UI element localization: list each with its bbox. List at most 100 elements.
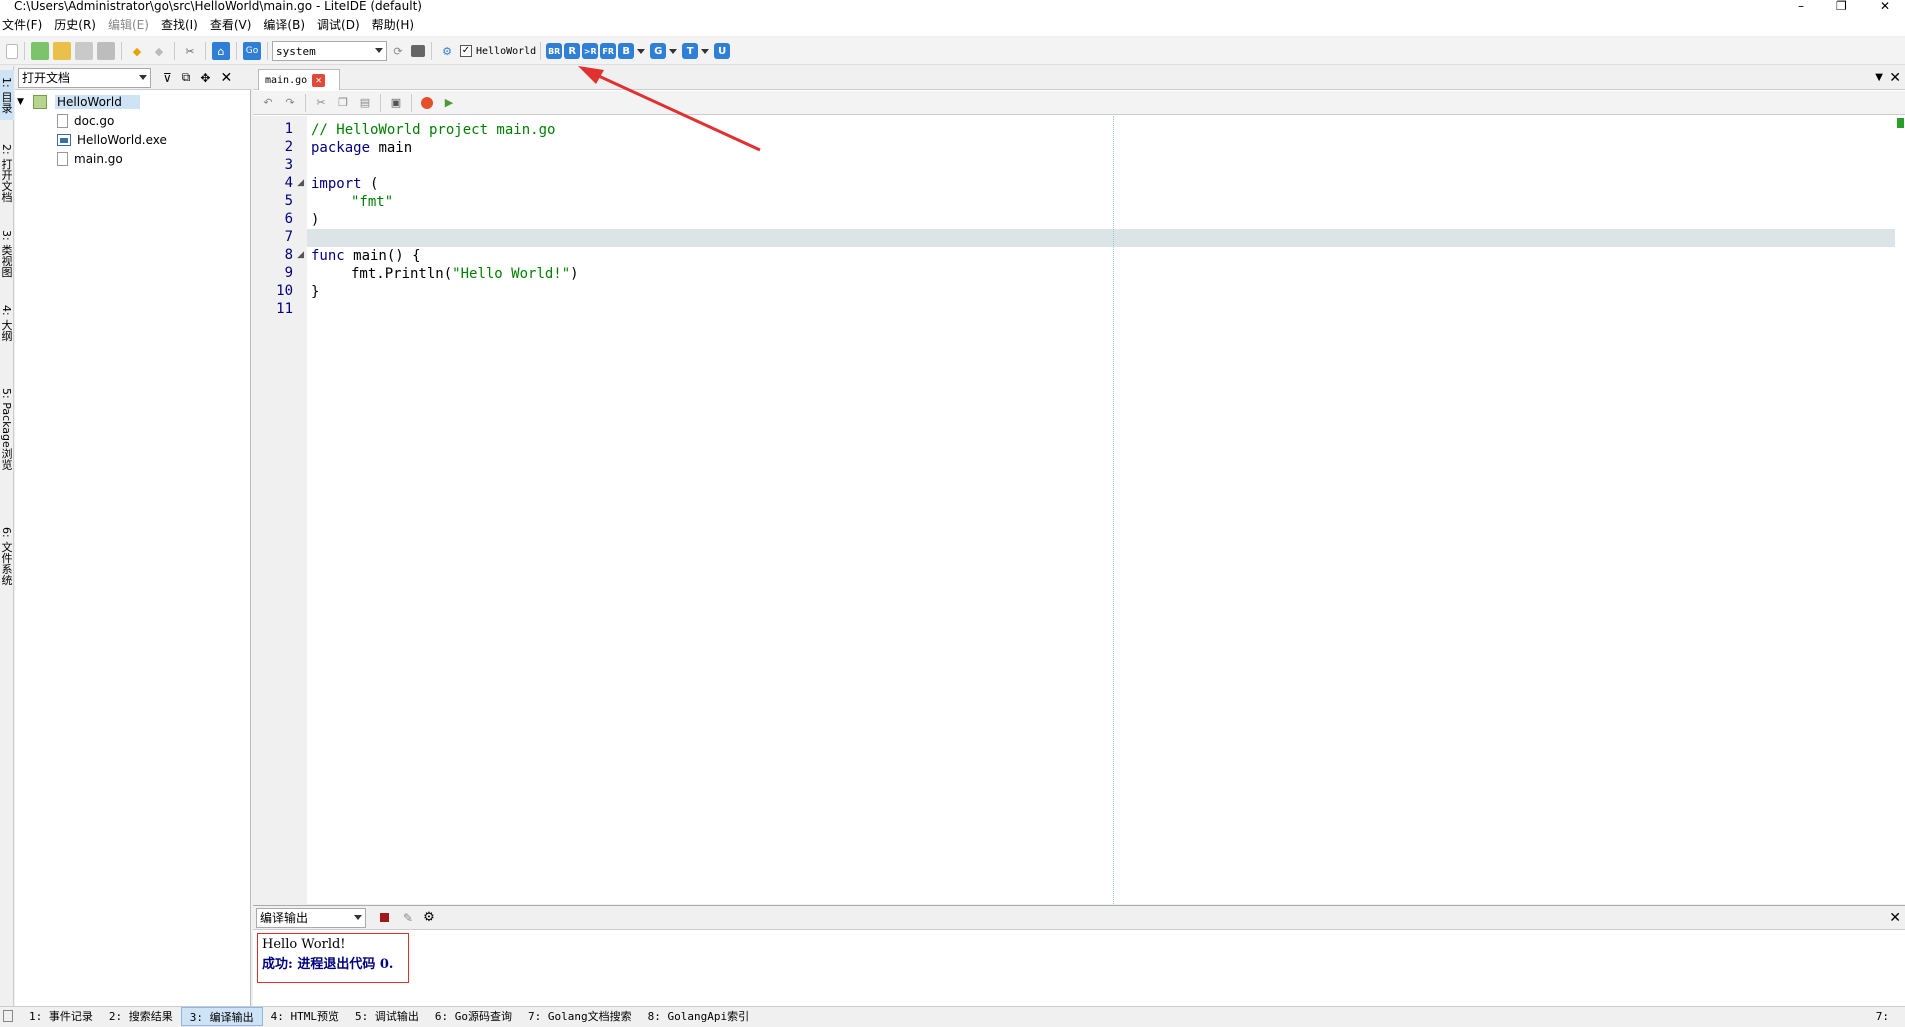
debug-run-icon[interactable]: ▶: [440, 94, 458, 112]
go-icon[interactable]: Go: [243, 42, 261, 60]
tools-icon[interactable]: ✂: [181, 42, 199, 60]
copy-icon[interactable]: ❐: [334, 94, 352, 112]
line-number-gutter: 1 2 3 4 ◢ 5 6 7 8 ◢ 9 10 11: [253, 116, 307, 904]
terminal-icon[interactable]: [411, 45, 425, 57]
status-tab-build-output[interactable]: 3: 编译输出: [180, 1006, 263, 1026]
chevron-down-icon[interactable]: ▼: [17, 97, 33, 107]
run-terminal-button[interactable]: >R: [582, 43, 599, 59]
menu-debug[interactable]: 调试(D): [315, 14, 366, 36]
tree-item-exe[interactable]: HelloWorld.exe: [15, 130, 251, 149]
save-all-icon[interactable]: [97, 42, 115, 60]
get-button[interactable]: G: [650, 43, 667, 59]
status-tab-go-source[interactable]: 6: Go源码查询: [427, 1007, 520, 1026]
refresh-icon[interactable]: ⟳: [389, 42, 407, 60]
env-select[interactable]: system: [272, 41, 387, 61]
paste-icon[interactable]: ▤: [356, 94, 374, 112]
restore-button[interactable]: ❐: [1836, 0, 1847, 12]
status-tab-search[interactable]: 2: 搜索结果: [101, 1007, 181, 1026]
lock-icon[interactable]: ▣: [387, 94, 405, 112]
output-select[interactable]: 编译输出: [256, 907, 366, 928]
tab-label: main.go: [265, 74, 308, 86]
minimize-button[interactable]: –: [1798, 0, 1804, 12]
status-tab-golang-api[interactable]: 8: GolangApi索引: [640, 1007, 757, 1026]
close-icon[interactable]: ✕: [1889, 70, 1901, 86]
side-tab-directory[interactable]: 1: 目录: [0, 70, 14, 120]
menu-view[interactable]: 查看(V): [208, 14, 258, 36]
split-icon[interactable]: ⧉: [182, 70, 191, 85]
forward-icon[interactable]: ◆: [150, 42, 168, 60]
save-icon[interactable]: [75, 42, 93, 60]
gear-icon[interactable]: ⚙: [438, 42, 456, 60]
status-tab-events[interactable]: 1: 事件记录: [21, 1007, 101, 1026]
menu-build[interactable]: 编译(B): [261, 14, 311, 36]
tab-main-go[interactable]: main.go ✕: [258, 69, 340, 90]
output-line: Hello World!: [262, 937, 346, 952]
code-line: "fmt": [351, 193, 393, 211]
build-button[interactable]: B: [618, 43, 635, 59]
stop-icon[interactable]: [380, 913, 389, 922]
fold-icon[interactable]: ◢: [297, 250, 304, 260]
tree-root[interactable]: ▼ HelloWorld: [15, 92, 251, 111]
status-tab-html-preview[interactable]: 4: HTML预览: [263, 1007, 347, 1026]
filter-icon[interactable]: ⊽: [163, 71, 172, 85]
tree-item-doc[interactable]: doc.go: [15, 111, 251, 130]
update-button[interactable]: U: [714, 43, 731, 59]
project-lock-checkbox[interactable]: ✓ HelloWorld: [460, 45, 536, 57]
file-run-button[interactable]: FR: [600, 43, 617, 59]
gear-icon[interactable]: ⚙: [423, 910, 435, 925]
home-icon[interactable]: ⌂: [212, 42, 230, 60]
close-panel-icon[interactable]: ✕: [220, 70, 232, 86]
status-toggle-icon[interactable]: [3, 1010, 13, 1022]
menu-edit[interactable]: 编辑(E): [106, 14, 155, 36]
toolbar-separator: [236, 42, 237, 60]
open-folder-icon[interactable]: [53, 42, 71, 60]
undo-icon[interactable]: ↶: [259, 94, 277, 112]
panel-select[interactable]: 打开文档: [18, 67, 151, 88]
file-icon: [57, 151, 68, 166]
chevron-down-icon[interactable]: [701, 48, 710, 54]
code-line: package main: [311, 139, 412, 157]
code-text: ): [570, 266, 579, 282]
close-window-button[interactable]: ✕: [1880, 0, 1890, 12]
build-run-button[interactable]: BR: [546, 43, 563, 59]
vertical-scrollbar[interactable]: [1895, 116, 1905, 904]
chevron-down-icon[interactable]: ▼: [1875, 72, 1883, 83]
side-tab-class-view[interactable]: 3: 类视图: [0, 221, 14, 286]
toolbar-separator: [121, 42, 122, 60]
clear-icon[interactable]: ✎: [403, 911, 413, 925]
side-tab-filesystem[interactable]: 6: 文件系统: [0, 516, 14, 596]
fold-icon[interactable]: ◢: [297, 178, 304, 188]
code-line: ): [311, 211, 319, 229]
close-icon[interactable]: ✕: [312, 73, 326, 87]
menu-find[interactable]: 查找(I): [159, 14, 204, 36]
breakpoint-icon[interactable]: [418, 94, 436, 112]
back-icon[interactable]: ◆: [128, 42, 146, 60]
status-tab-golang-doc[interactable]: 7: Golang文档搜索: [520, 1007, 640, 1026]
redo-icon[interactable]: ↷: [281, 94, 299, 112]
status-tab-debug-output[interactable]: 5: 调试输出: [347, 1007, 427, 1026]
open-file-icon[interactable]: [31, 42, 49, 60]
chevron-down-icon[interactable]: [669, 48, 678, 54]
test-button[interactable]: T: [682, 43, 699, 59]
cursor-position: 7:: [1875, 1009, 1889, 1023]
chevron-down-icon[interactable]: [637, 48, 646, 54]
side-tab-open-docs[interactable]: 2: 打开文档: [0, 136, 14, 211]
side-tab-package[interactable]: 5: Package浏览: [0, 356, 14, 501]
code-editor[interactable]: // HelloWorld project main.go package ma…: [307, 116, 1905, 904]
run-button[interactable]: R: [564, 43, 581, 59]
menu-history[interactable]: 历史(R): [52, 14, 102, 36]
tree-item-main[interactable]: main.go: [15, 149, 251, 168]
line-number: 7: [284, 229, 293, 245]
line-number: 10: [276, 283, 293, 299]
close-icon[interactable]: ✕: [1889, 910, 1901, 926]
sync-icon[interactable]: ✥: [200, 71, 210, 85]
new-file-icon[interactable]: [6, 43, 18, 59]
cut-icon[interactable]: ✂: [312, 94, 330, 112]
edge-margin-line: [1113, 116, 1114, 904]
menu-help[interactable]: 帮助(H): [370, 14, 420, 36]
menu-file[interactable]: 文件(F): [0, 14, 48, 36]
side-tab-outline[interactable]: 4: 大纲: [0, 296, 14, 351]
code-comment: // HelloWorld project main.go: [311, 122, 556, 138]
code-text: fmt.Println(: [351, 266, 453, 282]
code-text: main: [370, 140, 413, 156]
